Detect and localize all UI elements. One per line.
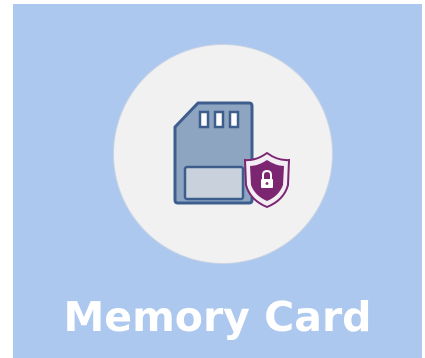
icon-circle — [114, 45, 332, 263]
sd-card-pin — [228, 110, 240, 129]
memory-card-lock-icon — [173, 101, 291, 209]
sd-card-pin — [213, 110, 225, 129]
tile-label: Memory Card — [63, 293, 372, 341]
sd-card-label — [183, 165, 245, 201]
memory-card-tile[interactable]: Memory Card — [13, 4, 422, 358]
sd-card-pin — [198, 110, 210, 129]
